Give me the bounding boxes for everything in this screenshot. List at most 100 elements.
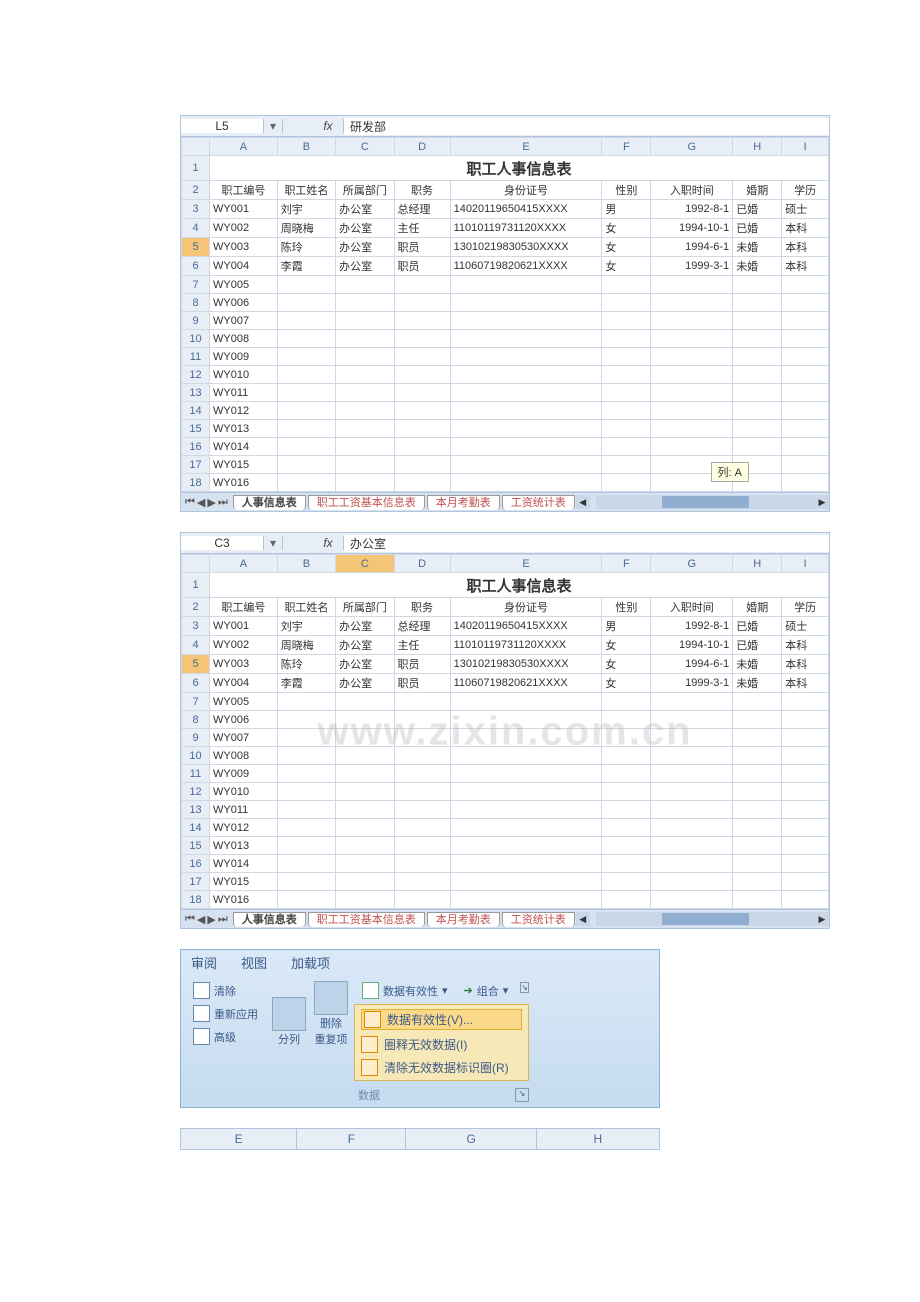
- cell[interactable]: [651, 891, 733, 909]
- cell[interactable]: 陈玲: [277, 655, 335, 674]
- dialog-launcher-icon[interactable]: ↘: [515, 1088, 529, 1102]
- cell[interactable]: 已婚: [733, 636, 782, 655]
- scroll-right-icon[interactable]: ▶: [815, 912, 829, 926]
- cell[interactable]: [450, 276, 602, 294]
- cell[interactable]: 1994-10-1: [651, 219, 733, 238]
- cell[interactable]: [450, 783, 602, 801]
- cell[interactable]: 本科: [782, 674, 829, 693]
- cell[interactable]: [602, 312, 651, 330]
- cell[interactable]: WY009: [210, 765, 278, 783]
- header-cell[interactable]: 婚期: [733, 181, 782, 200]
- cell[interactable]: 本科: [782, 636, 829, 655]
- cell[interactable]: [277, 855, 335, 873]
- cell[interactable]: 李霞: [277, 257, 335, 276]
- cell[interactable]: [277, 891, 335, 909]
- cell[interactable]: [277, 837, 335, 855]
- cell[interactable]: [602, 402, 651, 420]
- cell[interactable]: 1994-6-1: [651, 655, 733, 674]
- cell[interactable]: [336, 474, 394, 492]
- cell[interactable]: 硕士: [782, 200, 829, 219]
- cell[interactable]: [602, 855, 651, 873]
- cell[interactable]: [277, 384, 335, 402]
- cell[interactable]: [733, 402, 782, 420]
- cell[interactable]: [394, 891, 450, 909]
- cell[interactable]: 刘宇: [277, 200, 335, 219]
- cell[interactable]: [277, 765, 335, 783]
- cell[interactable]: 13010219830530XXXX: [450, 655, 602, 674]
- row-header[interactable]: 12: [182, 366, 210, 384]
- cell[interactable]: [602, 474, 651, 492]
- cell[interactable]: [394, 729, 450, 747]
- cell[interactable]: [336, 801, 394, 819]
- cell[interactable]: WY006: [210, 711, 278, 729]
- name-box[interactable]: L5: [181, 119, 264, 133]
- cell[interactable]: [336, 294, 394, 312]
- row-header[interactable]: 7: [182, 276, 210, 294]
- cell[interactable]: [394, 312, 450, 330]
- cell[interactable]: [733, 837, 782, 855]
- cell[interactable]: [602, 348, 651, 366]
- cell[interactable]: [782, 330, 829, 348]
- cell[interactable]: WY016: [210, 474, 278, 492]
- tab-first-icon[interactable]: ⏮: [185, 496, 195, 509]
- cell[interactable]: [277, 711, 335, 729]
- cell[interactable]: [277, 438, 335, 456]
- row-header[interactable]: 10: [182, 747, 210, 765]
- sheet-tab[interactable]: 工资统计表: [502, 495, 575, 510]
- cell[interactable]: [277, 693, 335, 711]
- cell[interactable]: [782, 312, 829, 330]
- cell[interactable]: [394, 348, 450, 366]
- row-header[interactable]: 2: [182, 598, 210, 617]
- cell[interactable]: [394, 711, 450, 729]
- column-header-i[interactable]: I: [782, 138, 829, 156]
- cell[interactable]: [651, 729, 733, 747]
- cell[interactable]: [733, 366, 782, 384]
- tab-nav-buttons[interactable]: ⏮ ◀ ▶ ⏭: [181, 496, 232, 509]
- cell[interactable]: WY004: [210, 674, 278, 693]
- cell[interactable]: 职员: [394, 674, 450, 693]
- cell[interactable]: [336, 747, 394, 765]
- cell[interactable]: [394, 819, 450, 837]
- header-cell[interactable]: 所属部门: [336, 181, 394, 200]
- cell[interactable]: [336, 420, 394, 438]
- cell[interactable]: [602, 837, 651, 855]
- row-header[interactable]: 18: [182, 891, 210, 909]
- row-header[interactable]: 11: [182, 348, 210, 366]
- cell[interactable]: [336, 729, 394, 747]
- cell[interactable]: [277, 729, 335, 747]
- reapply-button[interactable]: 重新应用: [189, 1004, 262, 1023]
- cell[interactable]: [782, 438, 829, 456]
- cell[interactable]: [733, 711, 782, 729]
- cell[interactable]: 1994-10-1: [651, 636, 733, 655]
- row-header[interactable]: 3: [182, 200, 210, 219]
- cell[interactable]: 本科: [782, 238, 829, 257]
- header-cell[interactable]: 身份证号: [450, 181, 602, 200]
- cell[interactable]: [394, 456, 450, 474]
- cell[interactable]: WY010: [210, 783, 278, 801]
- cell[interactable]: 未婚: [733, 238, 782, 257]
- cell[interactable]: [277, 747, 335, 765]
- advanced-button[interactable]: 高级: [189, 1027, 262, 1046]
- column-header-c[interactable]: C: [336, 555, 394, 573]
- cell[interactable]: [277, 294, 335, 312]
- cell[interactable]: WY014: [210, 855, 278, 873]
- ribbon-tab-review[interactable]: 审阅: [191, 953, 217, 972]
- tab-next-icon[interactable]: ▶: [207, 913, 215, 926]
- cell[interactable]: [733, 729, 782, 747]
- cell[interactable]: [733, 747, 782, 765]
- cell[interactable]: 11060719820621XXXX: [450, 674, 602, 693]
- column-header-h[interactable]: H: [733, 555, 782, 573]
- cell[interactable]: [782, 366, 829, 384]
- cell[interactable]: WY005: [210, 693, 278, 711]
- cell[interactable]: [602, 276, 651, 294]
- cell[interactable]: WY011: [210, 801, 278, 819]
- cell[interactable]: [782, 729, 829, 747]
- horizontal-scrollbar[interactable]: [596, 495, 815, 509]
- column-header-b[interactable]: B: [277, 138, 335, 156]
- cell[interactable]: WY003: [210, 655, 278, 674]
- cell[interactable]: [336, 693, 394, 711]
- header-cell[interactable]: 所属部门: [336, 598, 394, 617]
- cell[interactable]: [394, 330, 450, 348]
- cell[interactable]: [336, 819, 394, 837]
- cell[interactable]: [651, 819, 733, 837]
